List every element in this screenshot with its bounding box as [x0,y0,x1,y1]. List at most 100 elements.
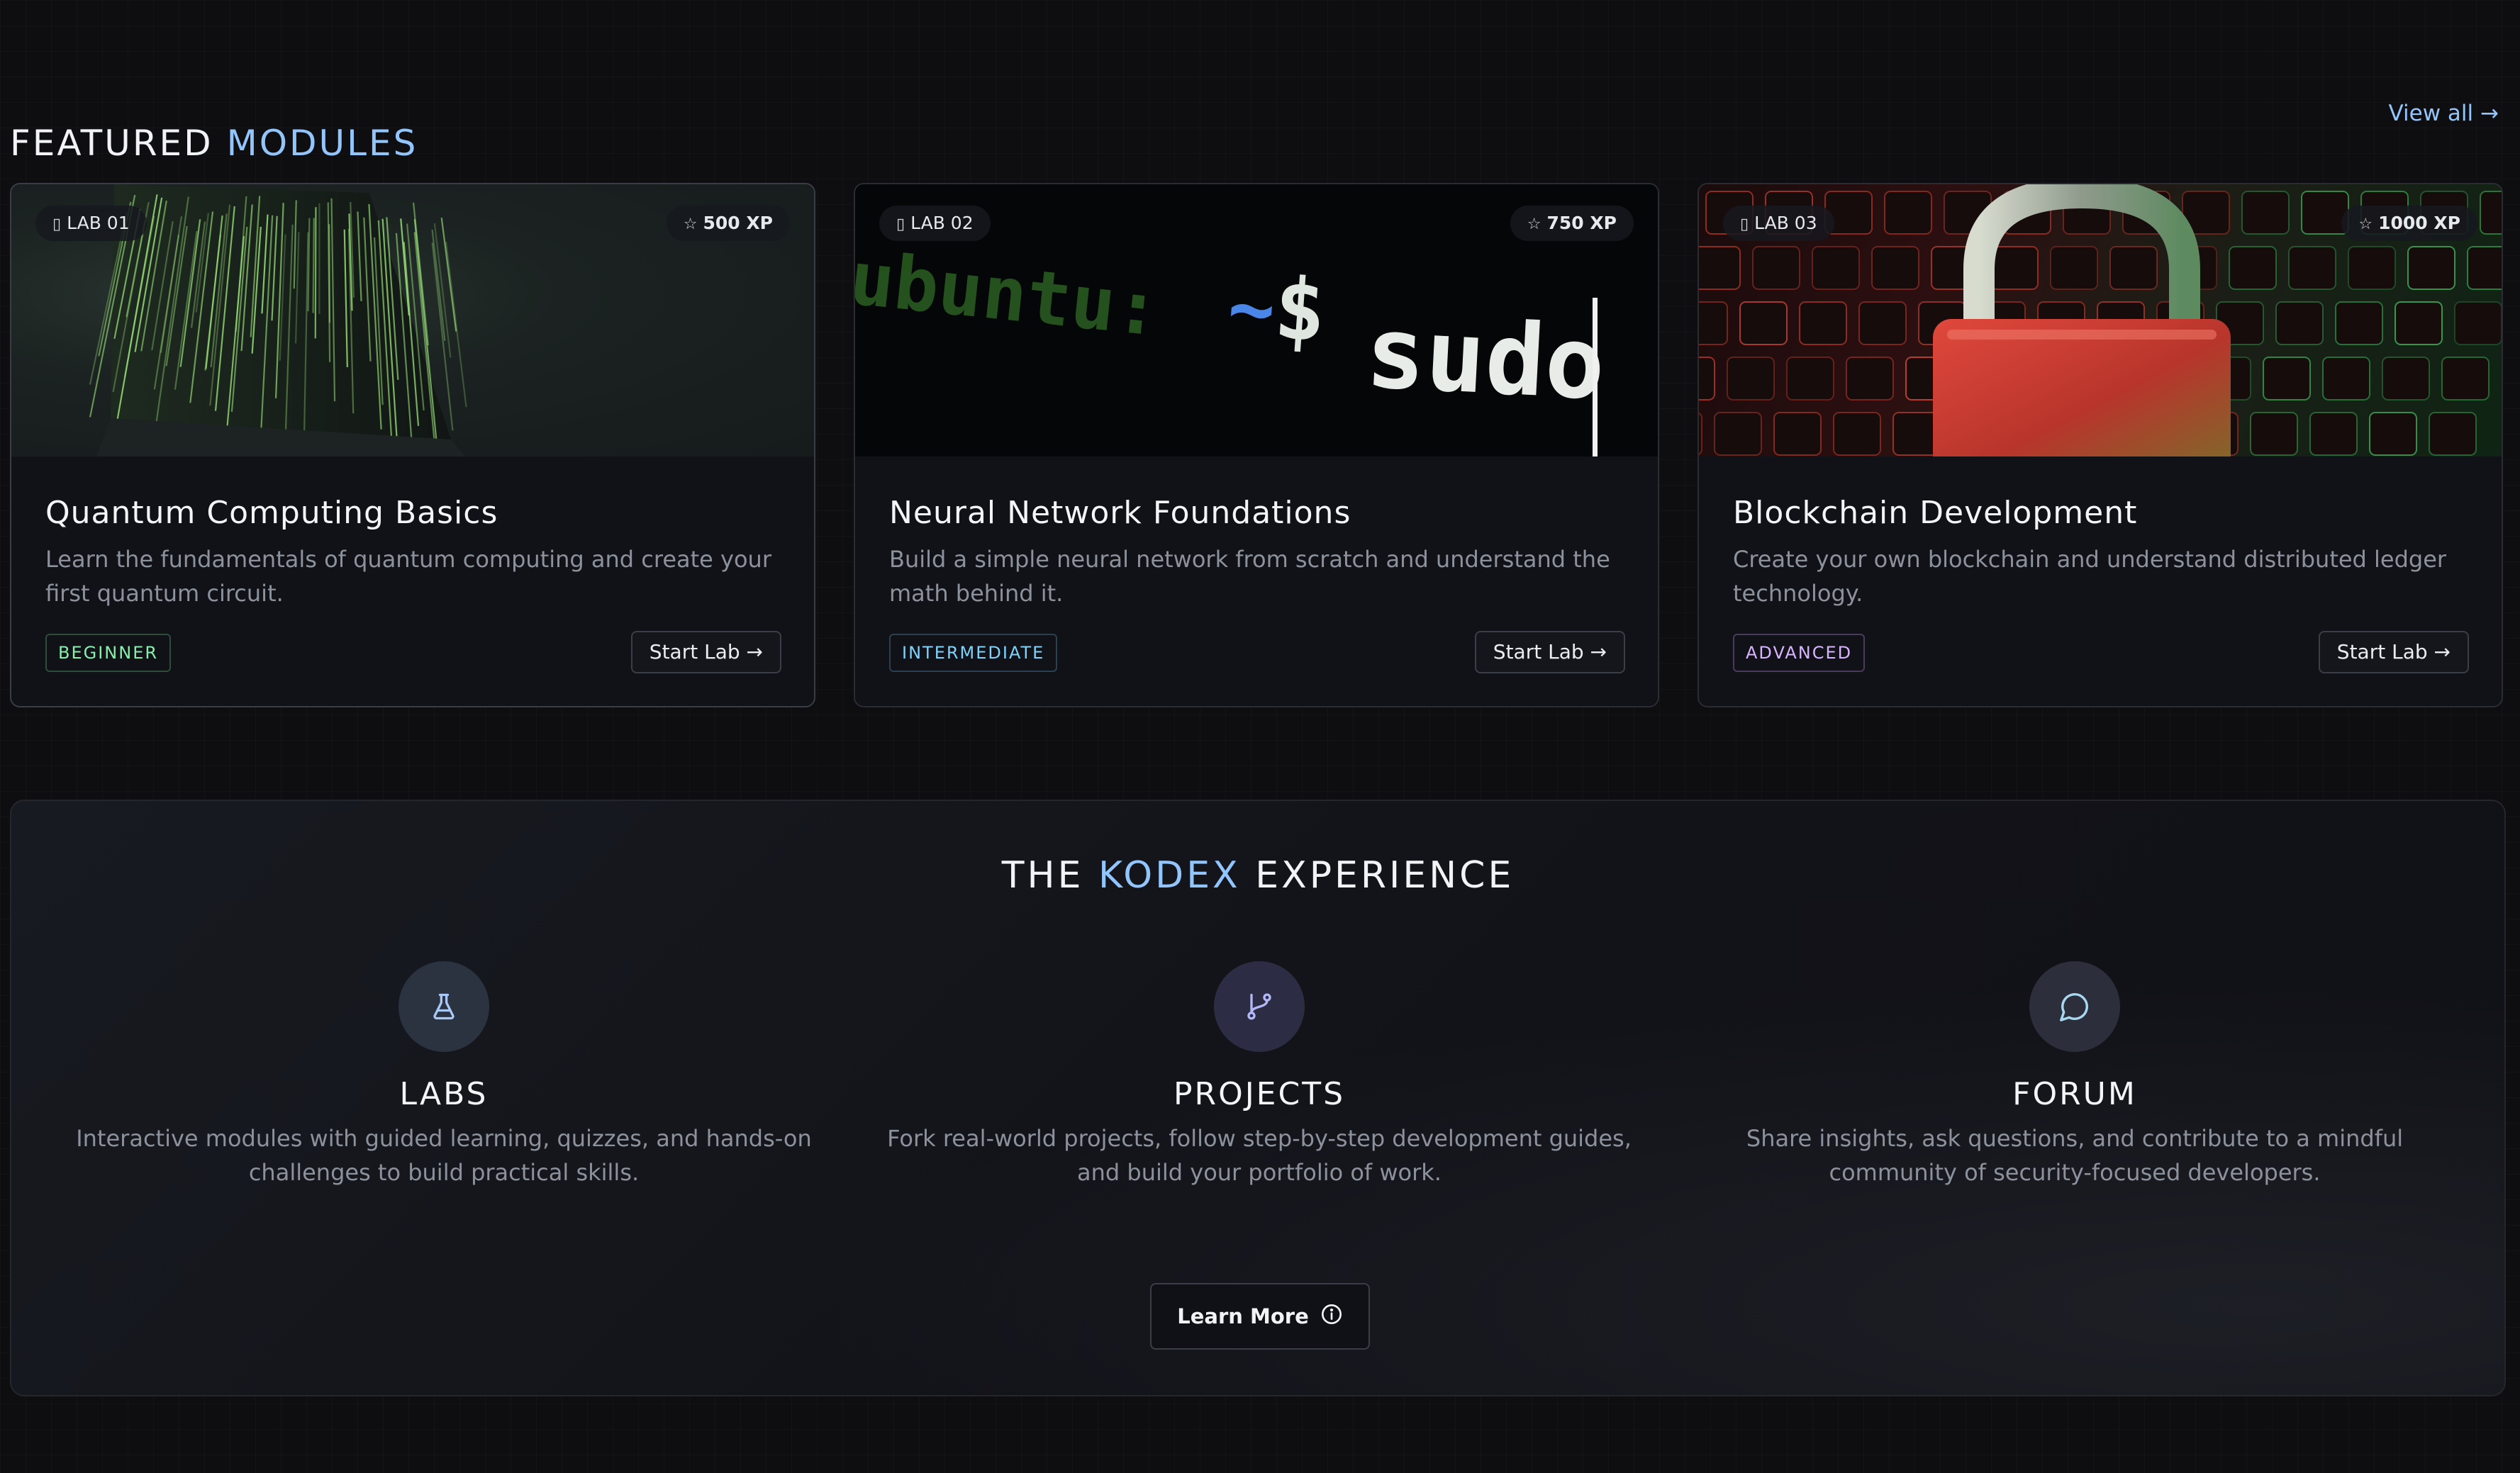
learn-more-label: Learn More [1177,1304,1309,1328]
feature-forum: FORUM Share insights, ask questions, and… [1699,961,2451,1189]
keyboard-key [1884,191,1932,235]
keyboard-key [2454,301,2502,345]
view-all-link[interactable]: View all → [2389,98,2499,129]
padlock-keyboard-image: ▯ LAB 03 ☆ 1000 XP [1699,184,2502,457]
featured-title-main: FEATURED [10,122,213,164]
keyboard-key [1871,246,1919,290]
laptop-code-image: ▯ LAB 01 ☆ 500 XP [11,184,814,457]
keyboard-key [2480,191,2502,235]
start-lab-button[interactable]: Start Lab → [1474,631,1625,673]
feature-description: Interactive modules with guided learning… [76,1125,812,1186]
module-description: Learn the fundamentals of quantum comput… [45,546,771,607]
keyboard-key [2429,412,2477,456]
keyboard-key [2467,246,2502,290]
keyboard-key [1846,357,1894,401]
keyboard-key [1739,301,1788,345]
keyboard-key [1786,357,1834,401]
keyboard-key [2250,412,2298,456]
matrix-streak [412,202,429,346]
module-description: Build a simple neural network from scrat… [889,546,1610,607]
feature-description: Share insights, ask questions, and contr… [1746,1125,2404,1186]
clipboard-icon: ▯ [896,215,905,233]
difficulty-badge: ADVANCED [1733,634,1866,672]
star-icon: ☆ [2358,215,2373,233]
experience-title-accent: KODEX [1098,854,1241,897]
feature-title: LABS [399,1076,489,1112]
keyboard-key [2229,246,2277,290]
feature-description: Fork real-world projects, follow step-by… [887,1125,1632,1186]
learn-more-button[interactable]: Learn More [1150,1283,1370,1350]
keyboard-key [1727,357,1775,401]
feature-projects: PROJECTS Fork real-world projects, follo… [883,961,1635,1189]
experience-title-post: EXPERIENCE [1255,854,1515,897]
keyboard-key [1714,412,1762,456]
keyboard-key [1699,357,1715,401]
xp-badge: ☆ 1000 XP [2341,206,2477,241]
keyboard-key [1799,301,1847,345]
matrix-streak [431,229,446,341]
star-icon: ☆ [1527,215,1541,233]
experience-heading: THE KODEX EXPERIENCE [11,851,2504,900]
feature-labs: LABS Interactive modules with guided lea… [68,961,820,1189]
terminal-prompt-text: ubuntu: [855,235,1164,353]
keyboard-key [2050,246,2098,290]
terminal-cursor [1593,298,1598,457]
keyboard-key [1833,412,1881,456]
keyboard-key [2348,246,2396,290]
git-branch-icon [1214,961,1305,1052]
feature-title: FORUM [2012,1076,2137,1112]
module-card-neural[interactable]: ubuntu: ~ $ sudo ▯ LAB 02 ☆ 750 XP Neural … [854,183,1659,707]
keyboard-key [2394,301,2443,345]
lab-number: LAB 03 [1754,213,1817,233]
experience-title-pre: THE [1001,854,1084,897]
terminal-dollar-text: $ [1271,259,1329,362]
terminal-image: ubuntu: ~ $ sudo ▯ LAB 02 ☆ 750 XP [855,184,1658,457]
feature-title: PROJECTS [1173,1076,1346,1112]
keyboard-key [2441,357,2490,401]
xp-badge: ☆ 750 XP [1510,206,1634,241]
chat-bubble-icon [2029,961,2120,1052]
module-description: Create your own blockchain and understan… [1733,546,2447,607]
keyboard-key [2241,191,2290,235]
info-icon [1320,1303,1343,1331]
keyboard-key [2309,412,2358,456]
lab-badge: ▯ LAB 01 [35,206,147,241]
xp-badge: ☆ 500 XP [666,206,790,241]
module-card-blockchain[interactable]: ▯ LAB 03 ☆ 1000 XP Blockchain Development … [1697,183,2503,707]
keyboard-key [2263,357,2311,401]
difficulty-badge: BEGINNER [45,634,172,672]
module-card-quantum[interactable]: ▯ LAB 01 ☆ 500 XP Quantum Computing Basics… [10,183,815,707]
keyboard-key [1773,412,1822,456]
keyboard-key [1812,246,1860,290]
keyboard-key [1699,301,1728,345]
xp-value: 500 XP [703,213,774,233]
flask-icon [398,961,489,1052]
featured-title-accent: MODULES [226,122,418,164]
module-title: Neural Network Foundations [889,495,1351,531]
kodex-experience-panel: THE KODEX EXPERIENCE LABS Interactive mo… [10,800,2506,1396]
keyboard-key [2275,301,2324,345]
keyboard-key [2382,357,2430,401]
keyboard-key [1699,246,1741,290]
module-title: Blockchain Development [1733,495,2138,531]
matrix-streak [440,218,457,332]
difficulty-badge: INTERMEDIATE [889,634,1058,672]
terminal-path-text: ~ [1225,262,1278,355]
keyboard-key [2335,301,2383,345]
start-lab-button[interactable]: Start Lab → [2318,631,2469,673]
keyboard-key [2288,246,2336,290]
start-lab-button[interactable]: Start Lab → [630,631,781,673]
xp-value: 1000 XP [2378,213,2460,233]
keyboard-key [2322,357,2370,401]
keyboard-key [2109,246,2158,290]
featured-modules-heading: FEATURED MODULES [10,121,418,166]
lab-badge: ▯ LAB 02 [879,206,991,241]
lab-number: LAB 01 [67,213,130,233]
clipboard-icon: ▯ [52,215,62,233]
matrix-streak [318,203,320,315]
keyboard-key [2369,412,2417,456]
keyboard-key [1990,246,2039,290]
lab-badge: ▯ LAB 03 [1723,206,1834,241]
keyboard-key [1699,412,1702,456]
module-title: Quantum Computing Basics [45,495,498,531]
